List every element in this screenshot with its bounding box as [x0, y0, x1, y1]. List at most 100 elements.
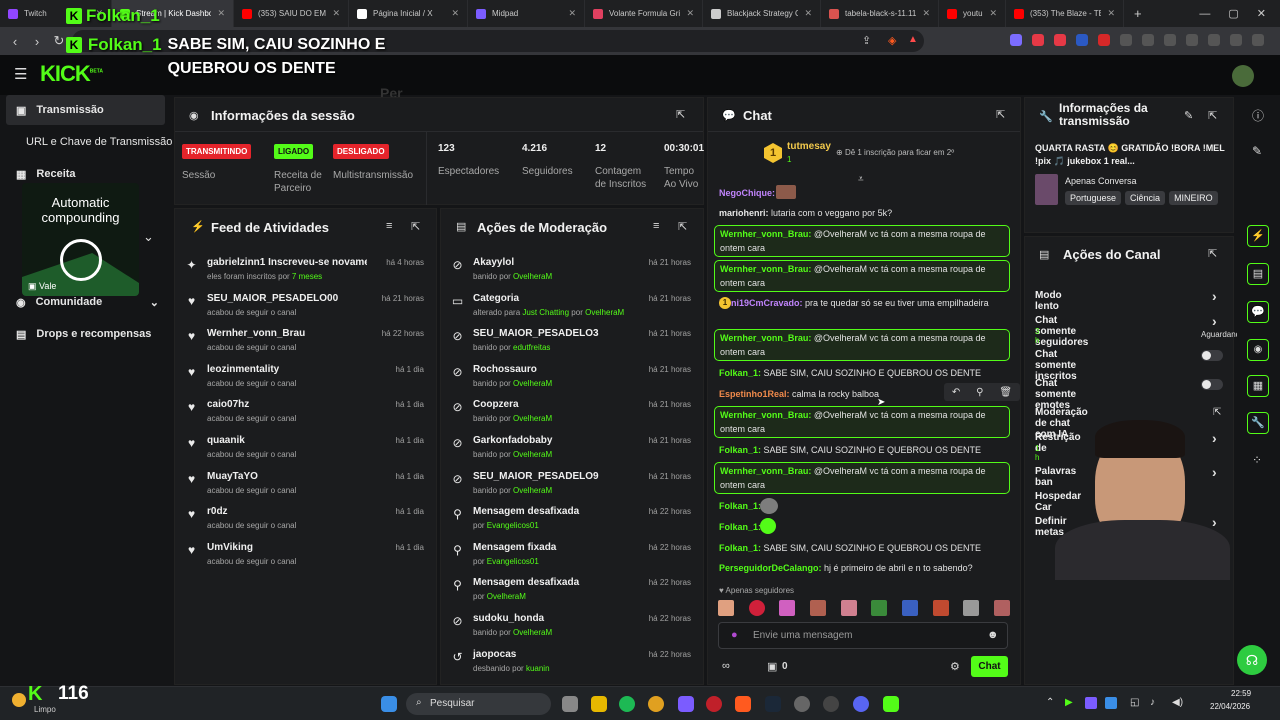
toggle-switch[interactable]: [1201, 379, 1223, 390]
chat-username[interactable]: Wernher_vonn_Brau:: [720, 264, 811, 274]
chat-message[interactable]: Folkan_1: SABE SIM, CAIU SOZINHO E QUEBR…: [714, 443, 1010, 457]
collapse-icon[interactable]: ⩡: [858, 174, 864, 185]
toggle-switch[interactable]: [1201, 350, 1223, 361]
chat-username[interactable]: Folkan_1:: [719, 368, 761, 378]
chat-message[interactable]: Folkan_1: SABE SIM, CAIU SOZINHO E QUEBR…: [714, 366, 1010, 380]
extension-icon[interactable]: [1076, 34, 1088, 46]
sidebar-item-drops[interactable]: ▤ Drops e recompensas: [6, 319, 165, 349]
network-icon[interactable]: ◱: [1130, 697, 1139, 708]
hamburger-menu-icon[interactable]: ☰: [14, 65, 27, 83]
share-icon[interactable]: ⇪: [862, 34, 871, 47]
extension-icon[interactable]: [1054, 34, 1066, 46]
popout-icon[interactable]: ⇱: [676, 108, 685, 121]
moderation-row[interactable]: ⊘ sudoku_honda banido por OvelheraM há 22 h…: [441, 608, 703, 644]
moderator-name[interactable]: Evangelicos01: [487, 557, 539, 566]
tray-chevron-icon[interactable]: ⌃: [1046, 697, 1054, 708]
close-tab-icon[interactable]: ✕: [217, 8, 225, 19]
menu-icon[interactable]: [1252, 34, 1264, 46]
feed-row[interactable]: ♥ caio07hz acabou de seguir o canal há 1 di…: [175, 394, 436, 430]
moderator-name[interactable]: OvelheraM: [487, 592, 526, 601]
edit-pencil-icon[interactable]: ✎: [1184, 109, 1193, 122]
new-tab-button[interactable]: +: [1124, 6, 1142, 21]
store-icon[interactable]: ▣: [767, 660, 777, 673]
chat-input[interactable]: ● Envie uma mensagem ☻: [718, 622, 1008, 649]
music-icon[interactable]: [1164, 34, 1176, 46]
popout-icon[interactable]: ⇱: [1208, 109, 1217, 122]
app-icon[interactable]: [678, 696, 694, 712]
chat-message[interactable]: Wernher_vonn_Brau: @OvelheraM vc tá com …: [714, 329, 1010, 361]
sidebar-item-transmissao[interactable]: ▣ Transmissão: [6, 95, 165, 125]
moderation-row[interactable]: ⚲ Mensagem desafixada por OvelheraM há 22 h…: [441, 572, 703, 608]
document-tool-icon[interactable]: ▤: [1247, 263, 1269, 285]
delete-icon[interactable]: 🗑: [999, 387, 1012, 398]
chat-message[interactable]: Wernher_vonn_Brau: @OvelheraM vc tá com …: [714, 225, 1010, 257]
brave-shield-icon[interactable]: ◈: [888, 34, 896, 47]
volume-icon[interactable]: ◀): [1172, 697, 1183, 708]
chevron-down-icon[interactable]: ⌄: [143, 229, 154, 245]
chevron-right-icon[interactable]: ›: [1212, 288, 1217, 304]
extension-icon[interactable]: [1098, 34, 1110, 46]
moderation-row[interactable]: ⊘ Akayylol banido por OvelheraM há 21 horas: [441, 252, 703, 288]
pin-icon[interactable]: ⚲: [976, 387, 983, 398]
extension-icon[interactable]: [1010, 34, 1022, 46]
app-icon[interactable]: [823, 696, 839, 712]
chat-tool-icon[interactable]: 💬: [1247, 301, 1269, 323]
moderation-row[interactable]: ⚲ Mensagem fixada por Evangelicos01 há 22 h…: [441, 537, 703, 573]
chat-username[interactable]: Wernher_vonn_Brau:: [720, 333, 811, 343]
channel-action-item[interactable]: Chat somente seguidores: [1035, 315, 1088, 348]
extension-icon[interactable]: [1142, 34, 1154, 46]
moderator-name[interactable]: kuanin: [526, 664, 550, 673]
feed-row[interactable]: ♥ Wernher_vonn_Brau acabou de seguir o can…: [175, 323, 436, 359]
moderation-tool-icon[interactable]: ▦: [1247, 375, 1269, 397]
moderator-name[interactable]: OvelheraM: [513, 379, 552, 388]
moderation-row[interactable]: ⊘ SEU_MAIOR_PESADELO9 banido por OvelheraM…: [441, 466, 703, 502]
moderator-name[interactable]: OvelheraM: [585, 308, 624, 317]
channel-action-item[interactable]: Modo lento: [1035, 290, 1062, 312]
stream-tag[interactable]: Portuguese: [1065, 191, 1122, 205]
settings-gear-icon[interactable]: ⚙: [950, 660, 960, 673]
kick-app-icon[interactable]: [883, 696, 899, 712]
browser-tab[interactable]: (353) SAIU DO EMPREGO ✕: [234, 0, 349, 27]
feed-row[interactable]: ♥ MuayTaYO acabou de seguir o canal há 1 di…: [175, 466, 436, 502]
moderator-name[interactable]: Just Chatting: [522, 308, 569, 317]
chat-username[interactable]: Wernher_vonn_Brau:: [720, 410, 811, 420]
chat-message[interactable]: NegoChique:: [714, 186, 1010, 200]
minimize-icon[interactable]: —: [1199, 8, 1210, 20]
channel-points-icon[interactable]: ∞: [722, 660, 730, 672]
chat-username[interactable]: Boni19CmCravado:: [719, 298, 803, 308]
support-headset-icon[interactable]: ☊: [1237, 645, 1267, 675]
browser-tab[interactable]: Midpad ✕: [468, 0, 585, 27]
close-window-icon[interactable]: ✕: [1257, 7, 1266, 20]
chat-message[interactable]: Wernher_vonn_Brau: @OvelheraM vc tá com …: [714, 406, 1010, 438]
taskbar-search[interactable]: ⌕ Pesquisar: [406, 693, 551, 715]
extension-icon[interactable]: [1032, 34, 1044, 46]
spotify-icon[interactable]: [619, 696, 635, 712]
sidebar-item-stream-key[interactable]: URL e Chave de Transmissão: [6, 127, 172, 157]
info-icon[interactable]: ⓘ: [1252, 107, 1264, 124]
close-tab-icon[interactable]: ✕: [686, 8, 694, 19]
close-tab-icon[interactable]: ✕: [989, 8, 997, 19]
moderation-row[interactable]: ⊘ Coopzera banido por OvelheraM há 21 horas: [441, 394, 703, 430]
close-tab-icon[interactable]: ✕: [804, 8, 812, 19]
moderation-row[interactable]: ⊘ Rochossauro banido por OvelheraM há 21 ho…: [441, 359, 703, 395]
back-icon[interactable]: ‹: [4, 34, 26, 49]
emote-icon[interactable]: [840, 600, 857, 616]
chat-username[interactable]: Folkan_1:: [719, 501, 761, 511]
chat-username[interactable]: Wernher_vonn_Brau:: [720, 229, 811, 239]
tray-app-icon[interactable]: [1085, 697, 1097, 709]
chat-username[interactable]: NegoChique:: [719, 188, 775, 198]
popout-icon[interactable]: ⇱: [1208, 247, 1217, 260]
chrome-icon[interactable]: [648, 696, 664, 712]
moderation-row[interactable]: ⚲ Mensagem desafixada por Evangelicos01 há …: [441, 501, 703, 537]
tray-app-icon[interactable]: [1105, 697, 1117, 709]
discord-icon[interactable]: [853, 696, 869, 712]
browser-tab[interactable]: Volante Formula Gridbus ✕: [585, 0, 703, 27]
popout-icon[interactable]: ⇱: [996, 108, 1005, 121]
emote-icon[interactable]: [901, 600, 918, 616]
stream-tag[interactable]: MINEIRO: [1169, 191, 1218, 205]
send-chat-button[interactable]: Chat: [971, 656, 1008, 677]
moderation-row[interactable]: ⊘ SEU_MAIOR_PESADELO3 banido por edutfreit…: [441, 323, 703, 359]
emote-icon[interactable]: [779, 600, 796, 616]
emote-icon[interactable]: [963, 600, 980, 616]
task-view-icon[interactable]: [562, 696, 578, 712]
